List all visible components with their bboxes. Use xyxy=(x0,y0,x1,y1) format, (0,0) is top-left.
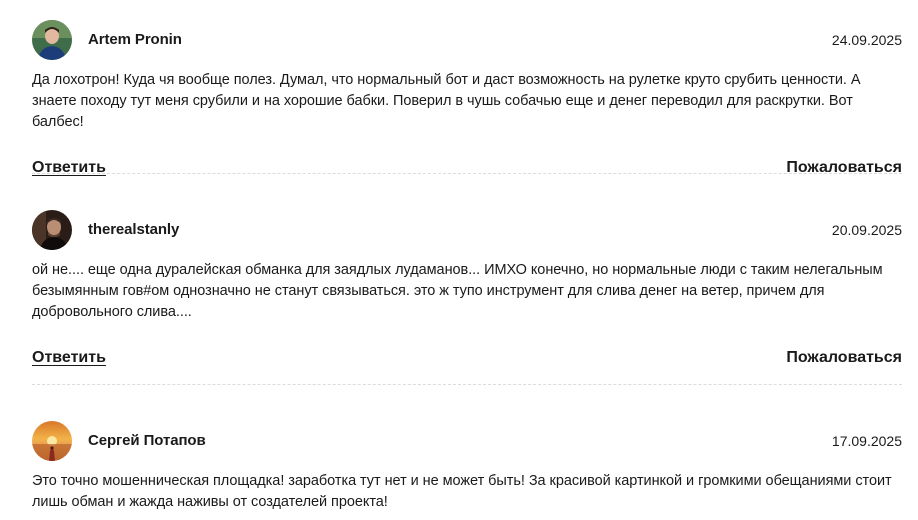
comment-header: therealstanly 20.09.2025 xyxy=(32,210,902,250)
comment-actions: Ответить Пожаловаться xyxy=(32,349,902,371)
report-link[interactable]: Пожаловаться xyxy=(786,159,902,177)
comment-header: Artem Pronin 24.09.2025 xyxy=(32,20,902,60)
comment-author: therealstanly xyxy=(88,221,180,238)
comment-date: 20.09.2025 xyxy=(831,222,902,238)
reply-link[interactable]: Ответить xyxy=(32,159,106,177)
comment: Artem Pronin 24.09.2025 Да лохотрон! Куд… xyxy=(32,20,902,181)
reply-link[interactable]: Ответить xyxy=(32,349,106,367)
avatar xyxy=(32,421,72,461)
comment-divider xyxy=(32,173,902,174)
comment-actions: Ответить Пожаловаться xyxy=(32,159,902,181)
report-link[interactable]: Пожаловаться xyxy=(786,349,902,367)
avatar xyxy=(32,210,72,250)
comment-author: Artem Pronin xyxy=(88,31,182,48)
avatar xyxy=(32,20,72,60)
comment-text: Это точно мошенническая площадка! зарабо… xyxy=(32,473,892,510)
comment: therealstanly 20.09.2025 ой не.... еще о… xyxy=(32,210,902,371)
comment: Сергей Потапов 17.09.2025 Это точно моше… xyxy=(32,421,902,513)
comment-date: 24.09.2025 xyxy=(831,32,902,48)
comment-author: Сергей Потапов xyxy=(88,432,206,449)
comment-divider xyxy=(32,384,902,385)
comment-date: 17.09.2025 xyxy=(831,433,902,449)
comment-text: ой не.... еще одна дуралейская обманка д… xyxy=(32,262,883,320)
comment-header: Сергей Потапов 17.09.2025 xyxy=(32,421,902,461)
comment-text: Да лохотрон! Куда чя вообще полез. Думал… xyxy=(32,72,861,130)
